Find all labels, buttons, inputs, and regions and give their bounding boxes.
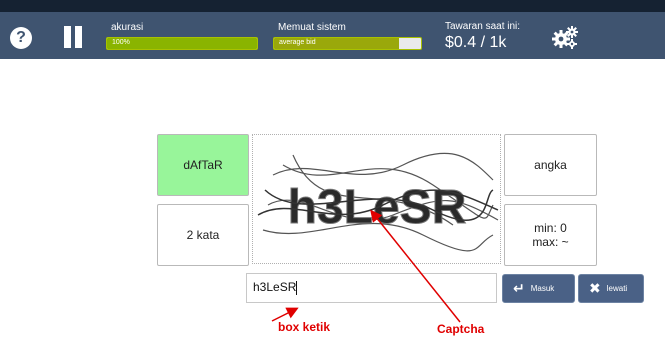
- captcha-annotation: Captcha: [437, 322, 485, 336]
- typing-box-annotation: box ketik: [278, 320, 331, 334]
- captcha-arrow: [370, 209, 461, 323]
- annotation-arrows: [271, 209, 461, 323]
